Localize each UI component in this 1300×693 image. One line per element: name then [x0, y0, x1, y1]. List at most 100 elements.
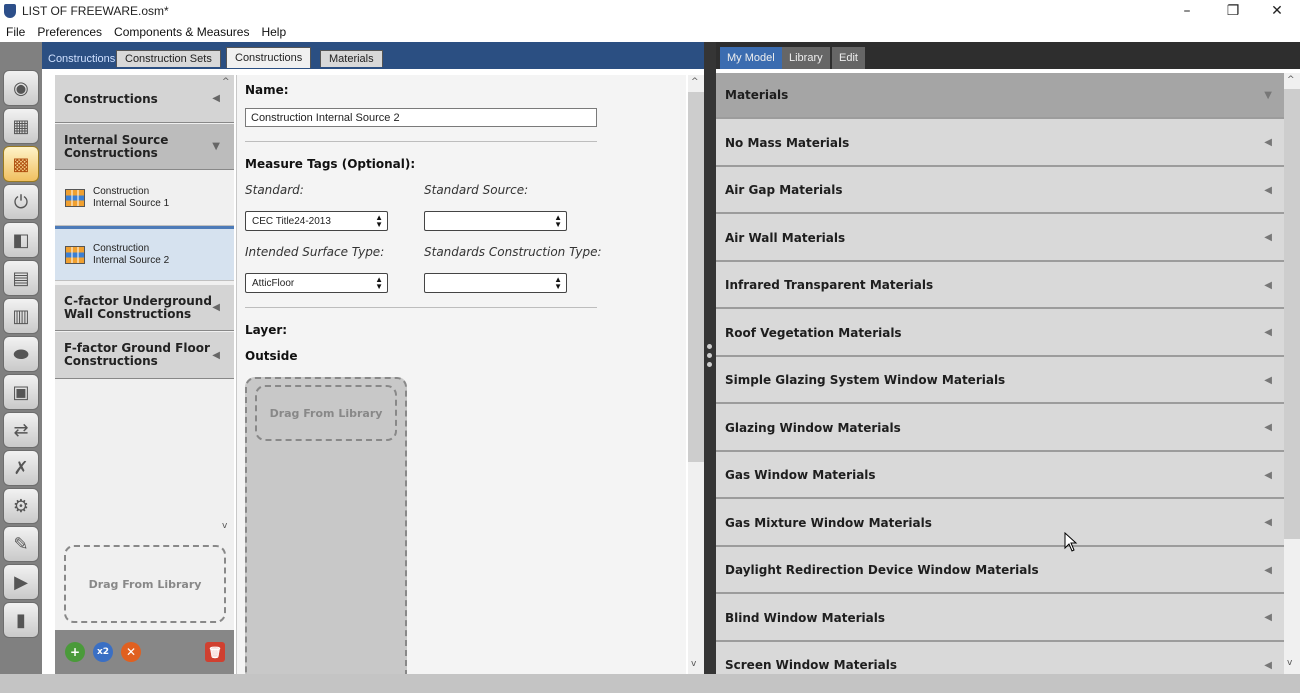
name-field[interactable]: Construction Internal Source 2	[245, 108, 597, 127]
menu-preferences[interactable]: Preferences	[31, 25, 108, 39]
name-label: Name:	[245, 83, 289, 97]
tab-library[interactable]: Library	[782, 47, 830, 69]
scroll-thumb[interactable]	[688, 92, 704, 462]
category-label: Internal Source Constructions	[64, 132, 169, 160]
outside-label: Outside	[245, 349, 298, 363]
schedules-icon[interactable]: ▦	[3, 108, 39, 144]
constructions-icon[interactable]: ▩	[3, 146, 39, 182]
list-item[interactable]: Air Wall Materials ◀	[716, 215, 1284, 262]
standard-combo[interactable]: CEC Title24-2013 ▲ ▼	[245, 211, 388, 231]
constructions-list: Constructions ◀ Internal Source Construc…	[55, 75, 234, 675]
window-title: LIST OF FREEWARE.osm*	[22, 4, 169, 18]
list-item[interactable]: Glazing Window Materials ◀	[716, 405, 1284, 452]
list-item[interactable]: Gas Mixture Window Materials ◀	[716, 500, 1284, 547]
collapse-arrow-icon: ◀	[1264, 327, 1272, 338]
collapse-arrow-icon: ◀	[1264, 612, 1272, 623]
row-label: Simple Glazing System Window Materials	[725, 373, 1006, 387]
collapse-arrow-icon: ◀	[1264, 517, 1272, 528]
thermal-zones-icon[interactable]: ⬬	[3, 336, 39, 372]
space-types-icon[interactable]: ◧	[3, 222, 39, 258]
copy-icon[interactable]: x2	[93, 642, 113, 662]
materials-header[interactable]: Materials ▼	[716, 73, 1284, 119]
list-item[interactable]: Infrared Transparent Materials ◀	[716, 263, 1284, 309]
facility-icon[interactable]: ▤	[3, 260, 39, 296]
list-item[interactable]: Blind Window Materials ◀	[716, 595, 1284, 642]
menu-help[interactable]: Help	[255, 25, 292, 39]
add-icon[interactable]: +	[65, 642, 85, 662]
scroll-down-icon[interactable]: v	[691, 659, 696, 669]
menu-components-measures[interactable]: Components & Measures	[108, 25, 255, 39]
collapse-arrow-icon: ◀	[1264, 564, 1272, 576]
scroll-up-icon[interactable]: ^	[1287, 75, 1295, 85]
tab-constructions[interactable]: Constructions	[226, 47, 312, 68]
expand-arrow-icon: ▼	[212, 141, 220, 152]
scroll-up-icon[interactable]: ^	[691, 77, 699, 87]
spaces-icon[interactable]: ▥	[3, 298, 39, 334]
row-label: Gas Mixture Window Materials	[725, 515, 932, 530]
scroll-thumb[interactable]	[1284, 89, 1300, 539]
collapse-arrow-icon: ◀	[212, 93, 220, 104]
mouse-cursor-icon	[1064, 532, 1078, 552]
construction-icon	[65, 189, 85, 207]
loads-icon[interactable]: ⏻	[3, 184, 39, 220]
simulation-settings-icon[interactable]: ⚙	[3, 488, 39, 524]
site-icon[interactable]: ◉	[3, 70, 39, 106]
category-f-factor[interactable]: F-factor Ground Floor Constructions ◀	[55, 332, 234, 379]
list-item[interactable]: Gas Window Materials ◀	[716, 453, 1284, 499]
right-list-scrollbar[interactable]: ^ v	[1284, 73, 1300, 674]
scripts-icon[interactable]: ✎	[3, 526, 39, 562]
list-item-selected[interactable]: Construction Internal Source 2	[55, 226, 234, 281]
pane-splitter[interactable]	[704, 42, 716, 674]
standard-source-combo[interactable]: ▲ ▼	[424, 211, 567, 231]
row-label: Air Gap Materials	[725, 183, 843, 197]
maximize-button[interactable]: ❐	[1210, 0, 1256, 22]
list-item[interactable]: Daylight Redirection Device Window Mater…	[716, 548, 1284, 594]
list-item[interactable]: No Mass Materials ◀	[716, 120, 1284, 167]
collapse-arrow-icon: ◀	[1264, 374, 1272, 386]
list-scrollbar[interactable]: ^ v	[220, 75, 234, 535]
building-summary-icon[interactable]: ⇄	[3, 412, 39, 448]
drag-from-library-drop-zone[interactable]: Drag From Library	[64, 545, 226, 623]
scroll-down-icon[interactable]: v	[222, 521, 227, 531]
row-label: Gas Window Materials	[725, 468, 876, 482]
collapse-arrow-icon: ◀	[1264, 659, 1272, 671]
menu-file[interactable]: File	[0, 25, 31, 39]
category-c-factor[interactable]: C-factor Underground Wall Constructions …	[55, 285, 234, 331]
collapse-arrow-icon: ◀	[212, 349, 220, 361]
collapse-arrow-icon: ◀	[1264, 137, 1272, 148]
construction-type-combo[interactable]: ▲ ▼	[424, 273, 567, 293]
row-label: Air Wall Materials	[725, 230, 846, 245]
purge-icon[interactable]: 🗑	[205, 642, 225, 662]
splitter-grip-icon	[707, 353, 712, 358]
tab-materials[interactable]: Materials	[320, 50, 383, 67]
row-label: No Mass Materials	[725, 135, 850, 150]
tab-edit[interactable]: Edit	[832, 47, 865, 69]
construction-inspector: Name: Construction Internal Source 2 Mea…	[236, 75, 686, 677]
variables-icon[interactable]: ✗	[3, 450, 39, 486]
results-icon[interactable]: ▮	[3, 602, 39, 638]
tab-construction-sets[interactable]: Construction Sets	[116, 50, 221, 67]
hvac-icon[interactable]: ▣	[3, 374, 39, 410]
surface-type-combo[interactable]: AtticFloor ▲ ▼	[245, 273, 388, 293]
combo-arrows-icon: ▲ ▼	[554, 275, 562, 291]
title-bar: LIST OF FREEWARE.osm* – ❐ ✕	[0, 0, 1300, 22]
category-constructions[interactable]: Constructions ◀	[55, 75, 234, 123]
scroll-down-icon[interactable]: v	[1287, 658, 1292, 668]
category-label: Constructions	[64, 91, 158, 106]
tab-my-model[interactable]: My Model	[720, 47, 782, 69]
list-item[interactable]: Roof Vegetation Materials ◀	[716, 310, 1284, 357]
layers-drop-column: Drag From Library	[245, 377, 407, 677]
list-item[interactable]: Screen Window Materials ◀	[716, 643, 1284, 674]
list-item[interactable]: Construction Internal Source 1	[55, 171, 234, 226]
minimize-button[interactable]: –	[1164, 0, 1210, 22]
run-icon[interactable]: ▶	[3, 564, 39, 600]
list-item[interactable]: Simple Glazing System Window Materials ◀	[716, 358, 1284, 404]
scroll-up-icon[interactable]: ^	[222, 77, 230, 87]
layer-drag-from-library-drop-zone[interactable]: Drag From Library	[255, 385, 397, 441]
menu-bar: File Preferences Components & Measures H…	[0, 22, 1300, 42]
list-item[interactable]: Air Gap Materials ◀	[716, 168, 1284, 214]
editor-scrollbar[interactable]: ^ v	[688, 75, 704, 675]
remove-icon[interactable]: ✕	[121, 642, 141, 662]
close-button[interactable]: ✕	[1254, 0, 1300, 22]
category-internal-source[interactable]: Internal Source Constructions ▼	[55, 124, 234, 170]
